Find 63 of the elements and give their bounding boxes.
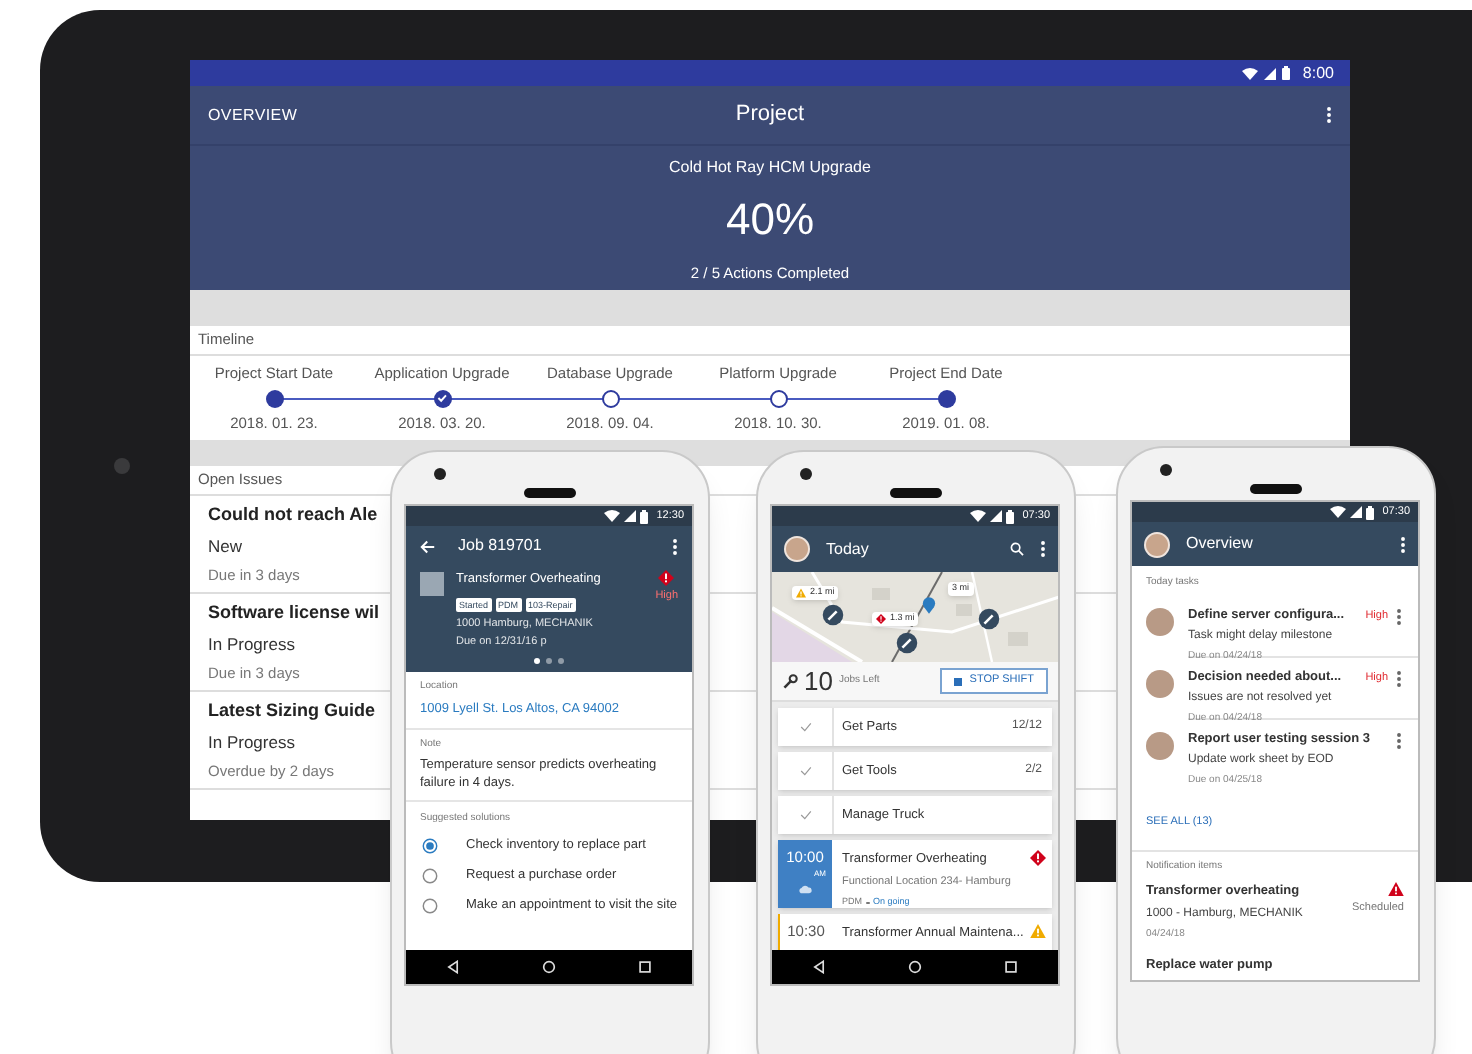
battery-icon xyxy=(640,509,649,523)
more-icon[interactable] xyxy=(1325,106,1332,124)
wifi-icon xyxy=(604,510,621,522)
back-arrow-icon[interactable] xyxy=(420,539,436,553)
location-pin-icon xyxy=(922,596,936,614)
recents-icon[interactable] xyxy=(1003,960,1018,974)
battery-icon xyxy=(1282,66,1291,80)
wifi-icon xyxy=(1330,506,1347,518)
more-icon[interactable] xyxy=(1396,669,1402,687)
more-icon[interactable] xyxy=(1396,731,1402,749)
screen-title: Today xyxy=(826,537,871,561)
signal-icon xyxy=(990,510,1003,522)
more-icon[interactable] xyxy=(1040,540,1046,558)
stop-icon xyxy=(953,677,962,685)
back-icon[interactable] xyxy=(812,960,827,974)
more-icon[interactable] xyxy=(1396,607,1402,625)
battery-icon xyxy=(1366,505,1375,519)
priority-icon xyxy=(658,570,675,586)
warning-icon xyxy=(1030,924,1046,938)
warning-icon xyxy=(796,588,806,598)
issue-status: In Progress xyxy=(208,631,295,657)
speaker-grille xyxy=(524,488,576,498)
radio-button[interactable] xyxy=(422,868,438,884)
screen-title: Overview xyxy=(1186,532,1255,556)
issue-title[interactable]: Software license wil xyxy=(208,600,380,628)
radio-button[interactable] xyxy=(422,898,438,914)
avatar xyxy=(1146,607,1174,635)
back-link[interactable]: OVERVIEW xyxy=(208,103,583,127)
critical-icon xyxy=(1030,850,1046,866)
back-icon[interactable] xyxy=(446,960,461,974)
more-icon[interactable] xyxy=(1400,535,1406,553)
home-icon[interactable] xyxy=(907,960,922,974)
issue-title[interactable]: Could not reach Ale xyxy=(208,502,378,530)
cloud-icon xyxy=(798,883,812,893)
issue-status: In Progress xyxy=(208,729,295,755)
recents-icon[interactable] xyxy=(637,960,652,974)
speaker-grille xyxy=(890,488,942,498)
signal-icon xyxy=(624,510,637,522)
wifi-icon xyxy=(1242,67,1259,79)
critical-icon xyxy=(876,614,886,624)
speaker-grille xyxy=(1250,484,1302,494)
status-time: 8:00 xyxy=(1302,61,1334,85)
more-icon[interactable] xyxy=(672,537,678,555)
battery-icon xyxy=(1006,509,1015,523)
signal-icon xyxy=(1350,506,1363,518)
home-icon[interactable] xyxy=(541,960,556,974)
screen-title: Job 819701 xyxy=(458,534,544,558)
issue-status: New xyxy=(208,533,243,559)
photo-placeholder xyxy=(420,572,444,596)
signal-icon xyxy=(1264,67,1277,79)
avatar xyxy=(1146,731,1174,759)
wifi-icon xyxy=(970,510,987,522)
project-name: Cold Hot Ray HCM Upgrade xyxy=(669,156,871,180)
search-icon[interactable] xyxy=(1010,542,1024,556)
avatar xyxy=(1146,669,1174,697)
warning-icon xyxy=(1388,882,1404,896)
jobs-count: 10 xyxy=(804,668,833,694)
issue-title[interactable]: Latest Sizing Guide xyxy=(208,698,376,726)
radio-button[interactable] xyxy=(422,838,438,854)
avatar xyxy=(784,536,810,562)
screen-title: Project xyxy=(733,100,807,131)
avatar xyxy=(1144,531,1170,557)
progress-percent: 40% xyxy=(725,198,815,242)
